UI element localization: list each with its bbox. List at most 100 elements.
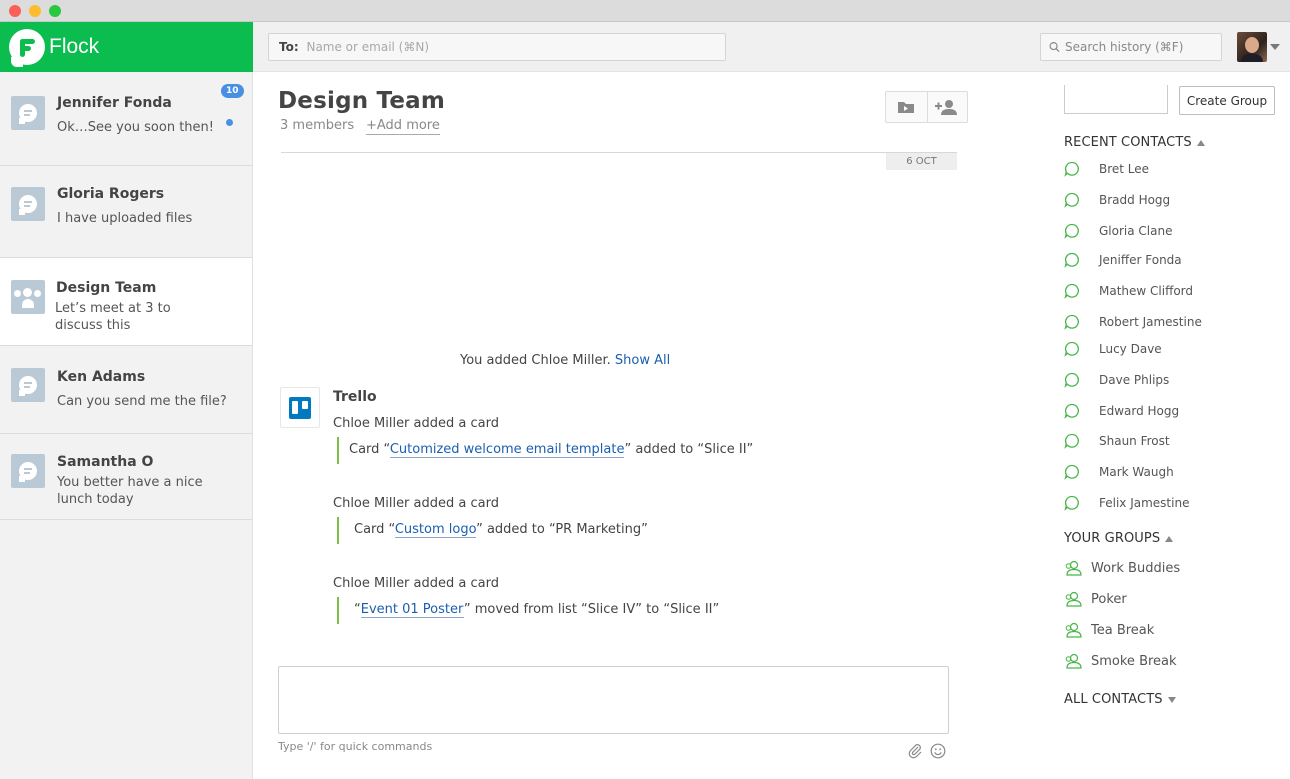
collapse-arrow-icon bbox=[1165, 535, 1174, 542]
conversation-list: Jennifer Fonda Ok…See you soon then! 10 … bbox=[0, 72, 253, 779]
contact-bubble-icon bbox=[1064, 464, 1079, 480]
create-group-button[interactable]: Create Group bbox=[1179, 86, 1275, 115]
chevron-down-icon[interactable] bbox=[1270, 44, 1280, 50]
user-avatar[interactable] bbox=[1237, 32, 1267, 62]
card-link[interactable]: Cutomized welcome email template bbox=[389, 442, 625, 458]
group-people-icon bbox=[1065, 591, 1082, 607]
group-name: Smoke Break bbox=[1091, 653, 1177, 669]
message-composer[interactable] bbox=[278, 666, 949, 734]
contact-bubble-icon bbox=[1064, 252, 1079, 268]
conversation-name: Samantha O bbox=[57, 454, 154, 470]
recent-contact-item[interactable]: Lucy Dave bbox=[1064, 339, 1162, 359]
conversation-preview: I have uploaded files bbox=[57, 211, 193, 226]
files-icon bbox=[898, 102, 915, 113]
emoji-icon[interactable] bbox=[930, 743, 946, 759]
group-item[interactable]: Poker bbox=[1064, 589, 1127, 609]
quote-suffix: ” added to “PR Marketing” bbox=[476, 522, 648, 537]
recent-contacts-title: RECENT CONTACTS bbox=[1064, 135, 1192, 150]
composer-hint: Type '/' for quick commands bbox=[278, 740, 433, 753]
expand-arrow-icon bbox=[1167, 696, 1176, 703]
recent-contact-item[interactable]: Shaun Frost bbox=[1064, 431, 1170, 451]
conversation-item-jennifer-fonda[interactable]: Jennifer Fonda Ok…See you soon then! 10 bbox=[0, 72, 252, 166]
chat-actions bbox=[885, 91, 968, 123]
conversation-item-gloria-rogers[interactable]: Gloria Rogers I have uploaded files bbox=[0, 166, 252, 258]
minimize-window-button[interactable] bbox=[29, 5, 41, 17]
recent-contact-item[interactable]: Mark Waugh bbox=[1064, 462, 1174, 482]
zoom-window-button[interactable] bbox=[49, 5, 61, 17]
contact-bubble-icon bbox=[1064, 341, 1079, 357]
group-item[interactable]: Work Buddies bbox=[1064, 558, 1180, 578]
quote-suffix: ” moved from list “Slice IV” to “Slice I… bbox=[463, 602, 720, 617]
quote-prefix: “ bbox=[354, 602, 361, 617]
event-quote: Card “Cutomized welcome email template” … bbox=[337, 437, 753, 464]
flock-logo-icon bbox=[9, 29, 45, 67]
contact-filter-input[interactable] bbox=[1064, 85, 1168, 114]
recent-contact-item[interactable]: Edward Hogg bbox=[1064, 401, 1179, 421]
recent-contact-item[interactable]: Bret Lee bbox=[1064, 159, 1149, 179]
system-message-text: You added Chloe Miller. bbox=[460, 353, 611, 368]
message-sender: Trello bbox=[333, 389, 377, 405]
contact-bubble-icon bbox=[1064, 223, 1079, 239]
group-people-icon bbox=[1065, 560, 1082, 576]
conversation-item-ken-adams[interactable]: Ken Adams Can you send me the file? bbox=[0, 346, 252, 434]
recent-contacts-header[interactable]: RECENT CONTACTS bbox=[1064, 135, 1205, 150]
add-more-link[interactable]: +Add more bbox=[366, 118, 440, 135]
conversation-name: Jennifer Fonda bbox=[57, 95, 172, 111]
contact-bubble-icon bbox=[1064, 403, 1079, 419]
recent-contact-item[interactable]: Bradd Hogg bbox=[1064, 190, 1170, 210]
collapse-arrow-icon bbox=[1196, 139, 1205, 146]
group-item[interactable]: Smoke Break bbox=[1064, 651, 1177, 671]
contact-name: Lucy Dave bbox=[1099, 342, 1162, 356]
system-message: You added Chloe Miller. Show All bbox=[460, 353, 670, 368]
conversation-preview: Let’s meet at 3 to discuss this bbox=[55, 301, 171, 333]
chat-title: Design Team bbox=[278, 88, 446, 114]
search-history-field[interactable] bbox=[1040, 33, 1222, 61]
recent-contact-item[interactable]: Mathew Clifford bbox=[1064, 281, 1193, 301]
contact-name: Robert Jamestine bbox=[1099, 315, 1202, 329]
card-link[interactable]: Custom logo bbox=[394, 522, 477, 538]
recipient-input[interactable] bbox=[306, 40, 687, 54]
recent-contact-item[interactable]: Jeniffer Fonda bbox=[1064, 250, 1182, 270]
group-item[interactable]: Tea Break bbox=[1064, 620, 1154, 640]
conversation-preview: You better have a nice lunch today bbox=[57, 475, 203, 507]
all-contacts-header[interactable]: ALL CONTACTS bbox=[1064, 692, 1176, 707]
trello-avatar bbox=[280, 387, 320, 428]
add-member-icon bbox=[935, 100, 958, 115]
to-field[interactable]: To: bbox=[268, 33, 726, 61]
group-people-icon bbox=[1065, 622, 1082, 638]
conversation-item-samantha-o[interactable]: Samantha O You better have a nice lunch … bbox=[0, 434, 252, 520]
message-input[interactable] bbox=[279, 667, 948, 733]
chat-bubble-icon bbox=[11, 454, 45, 488]
your-groups-header[interactable]: YOUR GROUPS bbox=[1064, 531, 1174, 546]
contact-bubble-icon bbox=[1064, 192, 1079, 208]
window-titlebar bbox=[0, 0, 1290, 22]
chat-bubble-icon bbox=[11, 368, 45, 402]
add-member-button[interactable] bbox=[926, 92, 968, 122]
contact-name: Jeniffer Fonda bbox=[1099, 253, 1182, 267]
contact-name: Mark Waugh bbox=[1099, 465, 1174, 479]
show-all-link[interactable]: Show All bbox=[615, 353, 670, 368]
recent-contact-item[interactable]: Felix Jamestine bbox=[1064, 493, 1189, 513]
chat-bubble-icon bbox=[11, 187, 45, 221]
shared-files-button[interactable] bbox=[886, 92, 927, 122]
recent-contact-item[interactable]: Dave Phlips bbox=[1064, 370, 1169, 390]
group-name: Work Buddies bbox=[1091, 560, 1181, 576]
recent-contact-item[interactable]: Robert Jamestine bbox=[1064, 312, 1202, 332]
event-text: Chloe Miller added a card bbox=[333, 576, 499, 591]
contact-bubble-icon bbox=[1064, 314, 1079, 330]
recent-contact-item[interactable]: Gloria Clane bbox=[1064, 221, 1172, 241]
search-input[interactable] bbox=[1065, 40, 1215, 54]
group-name: Tea Break bbox=[1091, 622, 1155, 638]
group-people-icon bbox=[1065, 653, 1082, 669]
attach-icon[interactable] bbox=[907, 743, 923, 759]
chat-bubble-icon bbox=[11, 96, 45, 130]
card-link[interactable]: Event 01 Poster bbox=[360, 602, 464, 618]
conversation-preview: Ok…See you soon then! bbox=[57, 120, 214, 135]
date-label: 6 OCT bbox=[886, 153, 957, 170]
event-text: Chloe Miller added a card bbox=[333, 496, 499, 511]
close-window-button[interactable] bbox=[9, 5, 21, 17]
conversation-item-design-team[interactable]: Design Team Let’s meet at 3 to discuss t… bbox=[0, 258, 252, 346]
member-count[interactable]: 3 members bbox=[280, 118, 354, 133]
event-text: Chloe Miller added a card bbox=[333, 416, 499, 431]
quote-suffix: ” added to “Slice II” bbox=[624, 442, 754, 457]
